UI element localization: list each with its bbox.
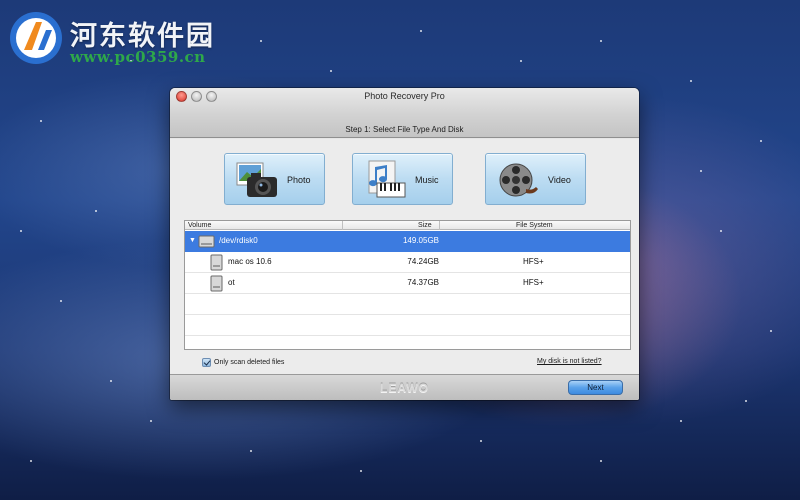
volume-size: 74.24GB — [407, 257, 439, 266]
disk-table: Volume Size File System ▼ /dev/rdisk0 14… — [184, 220, 631, 350]
empty-table-row — [185, 294, 630, 315]
only-deleted-label[interactable]: Only scan deleted files — [214, 359, 284, 366]
app-window: Photo Recovery Pro Step 1: Select File T… — [170, 88, 639, 400]
column-divider — [439, 221, 440, 230]
watermark-logo-icon — [10, 12, 62, 64]
watermark-url: www.pc0359.cn — [70, 48, 206, 66]
main-content: Photo Music Video Volume Size File Syste… — [170, 139, 639, 374]
watermark: 河东软件园 www.pc0359.cn — [4, 4, 234, 70]
disclosure-triangle-icon[interactable]: ▼ — [189, 237, 196, 244]
volume-size: 149.05GB — [402, 236, 439, 245]
photo-type-button[interactable]: Photo — [224, 153, 325, 205]
footer-bar: LEAWO Next — [170, 374, 639, 400]
volume-size: 74.37GB — [407, 278, 439, 287]
film-reel-icon — [499, 163, 538, 197]
table-row[interactable]: mac os 10.6 74.24GB HFS+ — [185, 252, 630, 273]
music-type-label: Music — [415, 175, 439, 185]
volume-name: /dev/rdisk0 — [219, 236, 258, 245]
volume-name: mac os 10.6 — [228, 257, 272, 266]
disk-not-listed-link[interactable]: My disk is not listed? — [537, 358, 602, 365]
step-title: Step 1: Select File Type And Disk — [345, 125, 464, 134]
camera-icon — [236, 162, 277, 197]
video-type-button[interactable]: Video — [485, 153, 586, 205]
hard-disk-icon — [198, 235, 215, 248]
volume-file-system: HFS+ — [523, 257, 544, 266]
photo-type-label: Photo — [287, 175, 311, 185]
only-deleted-checkbox[interactable] — [202, 358, 211, 367]
table-row[interactable]: ▼ /dev/rdisk0 149.05GB — [185, 231, 630, 252]
video-type-label: Video — [548, 175, 571, 185]
hard-disk-icon — [210, 254, 223, 271]
column-volume[interactable]: Volume — [188, 221, 211, 230]
title-bar: Photo Recovery Pro Step 1: Select File T… — [170, 88, 639, 138]
table-row[interactable]: ot 74.37GB HFS+ — [185, 273, 630, 294]
volume-file-system: HFS+ — [523, 278, 544, 287]
table-header: Volume Size File System — [185, 221, 630, 230]
column-divider — [342, 221, 343, 230]
window-title: Photo Recovery Pro — [364, 91, 445, 101]
column-file-system[interactable]: File System — [516, 221, 553, 230]
volume-name: ot — [228, 278, 235, 287]
only-deleted-option[interactable]: Only scan deleted files — [202, 358, 284, 367]
music-type-button[interactable]: Music — [352, 153, 453, 205]
empty-table-row — [185, 315, 630, 336]
brand-logo: LEAWO — [380, 381, 429, 395]
next-button[interactable]: Next — [568, 380, 623, 395]
hard-disk-icon — [210, 275, 223, 292]
music-icon — [368, 160, 406, 198]
column-size[interactable]: Size — [418, 221, 432, 230]
